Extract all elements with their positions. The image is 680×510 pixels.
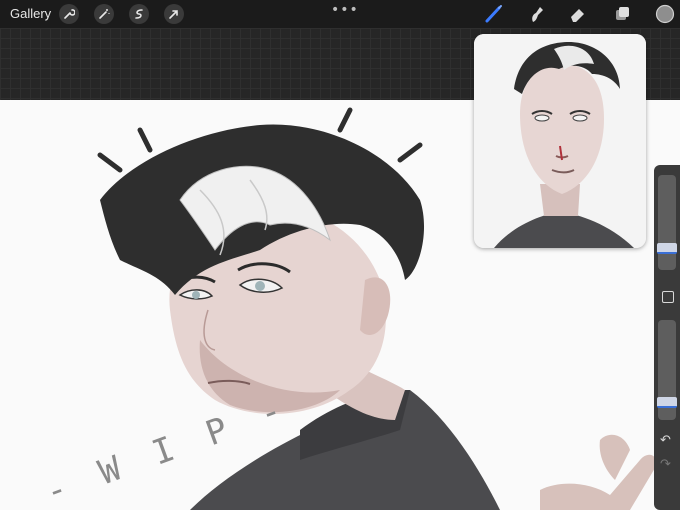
brush-icon[interactable] <box>483 3 505 25</box>
color-swatch[interactable] <box>654 3 676 25</box>
magic-wand-icon[interactable] <box>94 4 114 24</box>
gallery-button[interactable]: Gallery <box>10 6 51 21</box>
smudge-icon[interactable] <box>526 3 548 25</box>
reference-panel[interactable] <box>474 34 646 248</box>
undo-icon[interactable]: ↶ <box>660 433 671 448</box>
layers-icon[interactable] <box>611 3 633 25</box>
transform-arrow-icon[interactable] <box>164 4 184 24</box>
redo-icon[interactable]: ↷ <box>660 457 671 472</box>
brush-size-slider[interactable] <box>658 175 676 270</box>
brush-size-handle[interactable] <box>657 243 677 254</box>
modify-square-button[interactable] <box>662 291 674 303</box>
wrench-icon[interactable] <box>59 4 79 24</box>
reference-image <box>474 34 646 248</box>
brush-sidebar: ↶ ↷ <box>654 165 680 510</box>
top-toolbar: Gallery ••• <box>0 0 680 28</box>
selection-icon[interactable] <box>129 4 149 24</box>
eraser-icon[interactable] <box>567 3 589 25</box>
more-options-icon[interactable]: ••• <box>331 2 359 18</box>
brush-opacity-handle[interactable] <box>657 397 677 408</box>
